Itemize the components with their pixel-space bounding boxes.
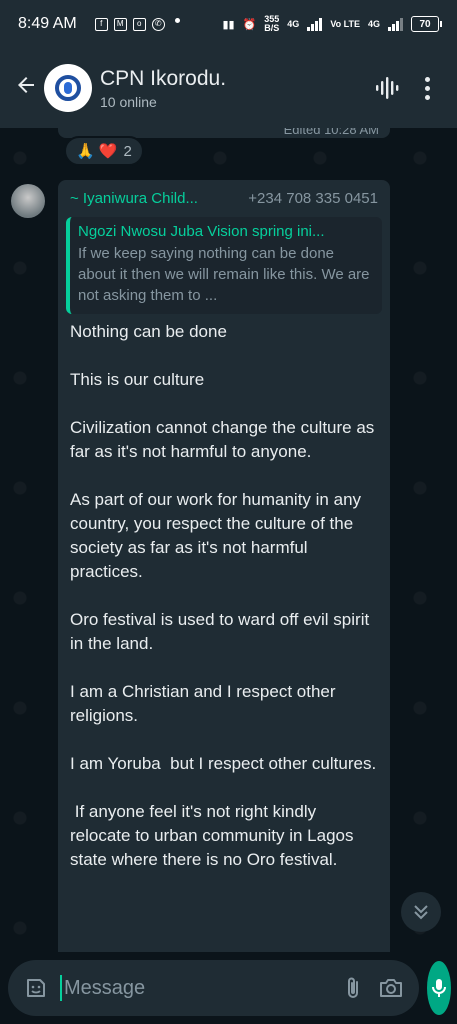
status-left: 8:49 AM f M o ✆ [18,15,180,33]
status-time: 8:49 AM [18,15,77,32]
network-type-2: 4G [367,18,380,29]
composer-bar [0,952,457,1024]
status-right: ▮▮ ⏰ 355 B/S 4G Vo LTE 4G 70 [222,15,442,33]
sender-name[interactable]: ~ Iyaniwura Child... [70,190,198,207]
message-bubble[interactable]: ~ Iyaniwura Child... +234 708 335 0451 N… [58,180,390,952]
scroll-down-icon[interactable] [401,892,441,932]
camera-icon[interactable] [377,976,405,1000]
quote-author: Ngozi Nwosu Juba Vision spring ini... [78,223,325,240]
instagram-icon: o [132,17,146,31]
quote-text: If we keep saying nothing can be done ab… [78,245,370,304]
voice-record-button[interactable] [427,961,451,1015]
message-header: ~ Iyaniwura Child... +234 708 335 0451 [66,186,382,207]
composer-pill [8,960,419,1016]
quoted-message[interactable]: Ngozi Nwosu Juba Vision spring ini... If… [66,217,382,314]
status-bar: 8:49 AM f M o ✆ ▮▮ ⏰ 355 B/S 4G Vo LTE 4… [0,0,457,48]
gmail-icon: M [113,17,127,31]
network-type-1: 4G [287,18,300,29]
signal-icon-2 [388,17,403,31]
edited-timestamp: Edited 10:28 AM [283,128,379,137]
speed-unit: B/S [264,23,280,33]
message-text: Nothing can be done This is our culture … [70,322,377,869]
more-options-icon[interactable] [407,76,447,100]
facebook-icon: f [94,17,108,31]
message-input[interactable] [60,975,329,1001]
sticker-icon[interactable] [22,976,50,1000]
chat-title-area[interactable]: CPN Ikorodu. 10 online [100,67,367,110]
sender-phone[interactable]: +234 708 335 0451 [248,190,378,207]
alarm-icon: ⏰ [242,18,257,31]
volte-label: Vo LTE [330,18,360,29]
group-logo-icon [55,75,81,101]
notification-icons: f M o ✆ [94,17,180,31]
group-avatar[interactable] [44,64,92,112]
network-speed: 355 B/S [264,15,279,33]
back-arrow-icon[interactable] [10,72,42,104]
sender-avatar[interactable] [11,184,45,218]
chat-area[interactable]: Edited 10:28 AM 🙏 ❤️ 2 ~ Iyaniwura Child… [0,128,457,952]
more-notifications-icon [174,17,180,23]
attach-icon[interactable] [339,976,367,1000]
battery-icon: 70 [411,16,442,32]
reaction-emojis: 🙏 ❤️ [76,143,118,160]
chat-title: CPN Ikorodu. [100,66,227,90]
whatsapp-icon: ✆ [151,17,165,31]
microphone-icon [432,979,446,997]
chat-header: CPN Ikorodu. 10 online [0,48,457,128]
vibrate-icon: ▮▮ [222,18,235,31]
voice-chat-icon[interactable] [367,75,407,101]
signal-icon-1 [307,17,323,31]
online-count: 10 online [100,93,157,110]
reactions-pill[interactable]: 🙏 ❤️ 2 [64,136,144,166]
reaction-count: 2 [123,142,132,160]
